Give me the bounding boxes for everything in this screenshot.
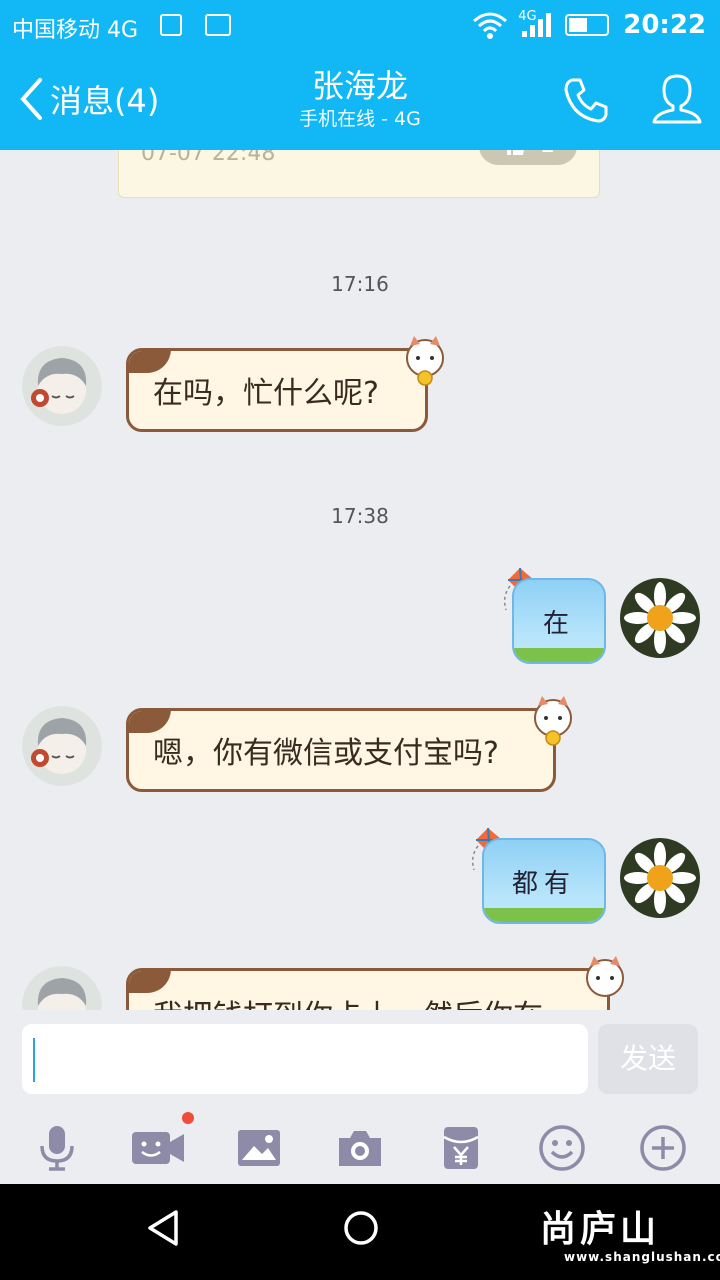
message-text: 我把钱打到你卡上，然后你在 [153,991,543,1010]
title-bar: 消息(4) 张海龙 手机在线 - 4G [0,52,720,150]
microphone-icon [40,1126,74,1171]
lucky-cat-sticker-icon [534,696,572,746]
chat-area[interactable]: 07-07 22:48 2 17:16 在吗，忙什么呢? 17:38 [0,150,720,1010]
my-avatar[interactable] [620,838,700,918]
image-button[interactable] [229,1118,289,1178]
network-type-label: 4G [518,9,537,24]
plus-icon [640,1125,686,1171]
timestamp: 17:38 [331,504,389,528]
message-bubble-incoming[interactable]: 嗯，你有微信或支付宝吗? [126,708,556,792]
message-bubble-outgoing[interactable]: 都有 [482,838,606,924]
watermark-url: www.shanglushan.com [564,1250,720,1264]
message-text: 在 [542,608,575,639]
profile-icon[interactable] [650,72,704,128]
carrier-label: 中国移动 4G [12,18,139,43]
camera-icon [339,1131,381,1166]
like-button[interactable]: 2 [479,150,577,165]
image-icon [238,1130,280,1166]
input-toolbar [0,1114,720,1180]
contact-name: 张海龙 [311,67,408,105]
red-packet-button[interactable] [431,1118,491,1178]
nav-back-icon[interactable] [144,1208,182,1248]
message-input[interactable] [22,1024,588,1094]
voice-input-button[interactable] [27,1118,87,1178]
message-bubble-incoming[interactable]: 在吗，忙什么呢? [126,348,428,432]
flower-avatar-icon [620,578,700,658]
message-text: 嗯，你有微信或支付宝吗? [153,736,499,771]
gallery-notification-icon [205,14,231,36]
clock: 20:22 [623,10,706,40]
cartoon-avatar-icon [22,966,102,1010]
wifi-icon [473,12,508,39]
contact-title[interactable]: 张海龙 手机在线 - 4G [0,66,720,132]
card-timestamp: 07-07 22:48 [141,150,276,166]
thumbs-up-icon [507,150,524,155]
camera-button[interactable] [330,1118,390,1178]
red-packet-icon [443,1127,479,1169]
contact-avatar[interactable] [22,346,102,426]
like-count: 2 [541,150,555,158]
video-call-icon [132,1132,184,1164]
text-cursor [33,1038,35,1082]
battery-icon [565,14,610,36]
contact-avatar[interactable] [22,966,102,1010]
status-bar: 中国移动 4G 4G 20:22 [0,0,720,52]
notification-dot [182,1112,194,1124]
cell-signal: 4G [518,9,552,37]
cartoon-avatar-icon [22,706,102,786]
phone-call-icon[interactable] [560,74,612,126]
sim-icon [160,14,182,36]
emoji-button[interactable] [532,1118,592,1178]
flower-avatar-icon [620,838,700,918]
contact-status: 手机在线 - 4G [299,108,421,130]
timestamp: 17:16 [331,272,389,296]
message-text: 都有 [511,868,576,899]
send-button[interactable]: 发送 [598,1024,698,1094]
more-options-button[interactable] [633,1118,693,1178]
message-bubble-outgoing[interactable]: 在 [512,578,606,664]
message-text: 在吗，忙什么呢? [153,376,379,411]
watermark-logo: 尚庐山 [540,1209,661,1250]
system-nav-bar: 尚庐山 www.shanglushan.com [0,1184,720,1280]
emoji-icon [539,1125,585,1171]
input-area: 发送 [0,1010,720,1184]
lucky-cat-sticker-icon [586,956,624,997]
lucky-cat-sticker-icon [406,336,444,386]
video-call-button[interactable] [128,1118,188,1178]
nav-home-icon[interactable] [342,1208,380,1248]
message-bubble-incoming[interactable]: 我把钱打到你卡上，然后你在 [126,968,610,1010]
my-avatar[interactable] [620,578,700,658]
previous-message-card[interactable]: 07-07 22:48 2 [118,150,600,198]
cartoon-avatar-icon [22,346,102,426]
contact-avatar[interactable] [22,706,102,786]
